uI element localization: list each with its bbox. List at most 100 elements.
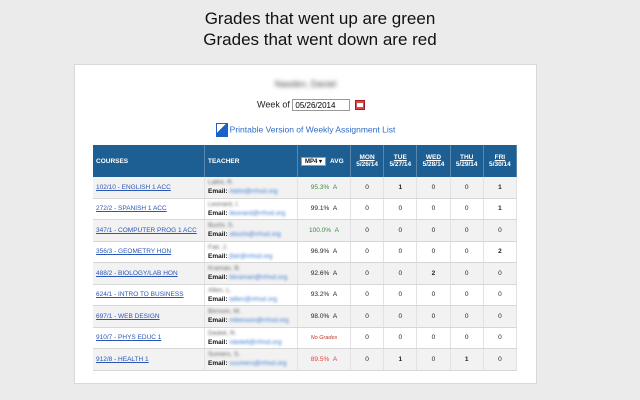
marking-period-select[interactable]: MP4 ▾: [301, 156, 327, 166]
teacher-email: Email: lallen@rrhsd.org: [208, 295, 294, 304]
average-percent[interactable]: 100.0%: [309, 227, 331, 234]
day-count-cell[interactable]: 1: [483, 198, 518, 220]
day-count-cell: 0: [350, 305, 385, 328]
course-link[interactable]: 697/1 - WEB DESIGN: [96, 313, 160, 320]
day-count-cell[interactable]: 1: [383, 348, 418, 371]
caption-line-2: Grades that went down are red: [203, 30, 437, 49]
average-letter: A: [332, 355, 338, 363]
email-link[interactable]: bkraman@rrhsd.org: [229, 274, 287, 281]
col-day-thu[interactable]: THU 5/29/14: [450, 145, 484, 177]
teacher-email: Email: rlatini@rrhsd.org: [208, 187, 294, 196]
day-count-cell: 0: [450, 305, 484, 328]
table-header-row: COURSES TEACHER MP4 ▾ AVG MON 5/26/14 TUE 5…: [93, 145, 518, 177]
grades-table: COURSES TEACHER MP4 ▾ AVG MON 5/26/14 TUE 5…: [93, 145, 518, 371]
day-count-cell: 0: [350, 219, 385, 242]
day-count-cell: 0: [450, 241, 484, 263]
teacher-cell: Dedell, R. Email: rdedell@rrhsd.org: [204, 327, 298, 349]
teacher-name: Dedell, R.: [208, 329, 237, 337]
printable-link[interactable]: Printable Version of Weekly Assignment L…: [75, 123, 536, 137]
course-link[interactable]: 347/1 - COMPUTER PROG 1 ACC: [96, 227, 197, 234]
day-count-cell: 0: [416, 327, 451, 349]
day-count-cell[interactable]: 1: [383, 177, 418, 199]
course-link[interactable]: 910/7 - PHYS EDUC 1: [96, 334, 161, 341]
average-cell: 99.1% A: [297, 198, 351, 220]
day-count-cell: 0: [450, 284, 484, 306]
day-count-cell[interactable]: 1: [483, 177, 518, 199]
email-label: Email:: [208, 274, 228, 282]
col-day-wed[interactable]: WED 5/28/14: [416, 145, 451, 177]
average-percent[interactable]: 99.1%: [311, 205, 329, 212]
day-count-cell: 0: [450, 327, 484, 349]
course-cell: 102/10 - ENGLISH 1 ACC: [93, 177, 205, 199]
email-link[interactable]: sbuchi@rrhsd.org: [229, 231, 280, 238]
average-percent[interactable]: 95.3%: [311, 184, 329, 191]
table-body: 102/10 - ENGLISH 1 ACC Latini, R. Email: r…: [93, 177, 518, 371]
teacher-name: Allen, L.: [208, 286, 232, 294]
average-percent[interactable]: 98.0%: [311, 313, 329, 320]
teacher-cell: Fair, J. Email: jfair@rrhsd.org: [204, 241, 298, 263]
course-cell: 356/3 - GEOMETRY HON: [93, 241, 205, 263]
teacher-name: Fair, J.: [208, 243, 228, 251]
teacher-cell: Allen, L. Email: lallen@rrhsd.org: [204, 284, 298, 306]
course-link[interactable]: 272/2 - SPANISH 1 ACC: [96, 205, 167, 212]
teacher-name: Latini, R.: [208, 179, 234, 187]
email-link[interactable]: mbenson@rrhsd.org: [229, 317, 288, 324]
teacher-cell: Buchi, S. Email: sbuchi@rrhsd.org: [204, 219, 298, 242]
printable-link-text[interactable]: Printable Version of Weekly Assignment L…: [230, 124, 396, 134]
day-count-cell: 0: [483, 262, 518, 285]
teacher-name: Kraman, B.: [208, 265, 241, 273]
email-label: Email:: [208, 209, 228, 217]
email-link[interactable]: ileonard@rrhsd.org: [229, 210, 285, 217]
average-cell: 92.6% A: [297, 262, 351, 285]
email-link[interactable]: lallen@rrhsd.org: [229, 296, 277, 303]
email-label: Email:: [208, 231, 228, 239]
course-link[interactable]: 488/2 - BIOLOGY/LAB HON: [96, 270, 178, 277]
average-cell: 100.0% A: [297, 219, 351, 242]
table-row: 102/10 - ENGLISH 1 ACC Latini, R. Email: r…: [93, 177, 518, 199]
average-cell: 98.0% A: [297, 305, 351, 328]
day-count-cell: 0: [416, 305, 451, 328]
grades-card: Nasden, Daniel Week of Printable Version…: [74, 64, 537, 384]
course-link[interactable]: 356/3 - GEOMETRY HON: [96, 248, 171, 255]
col-day-tue[interactable]: TUE 5/27/14: [383, 145, 418, 177]
course-link[interactable]: 624/1 - INTRO TO BUSINESS: [96, 291, 184, 298]
average-percent[interactable]: 93.2%: [311, 291, 329, 298]
col-courses: COURSES: [93, 145, 205, 177]
day-count-cell: 0: [483, 284, 518, 306]
course-cell: 912/8 - HEALTH 1: [93, 348, 205, 371]
course-link[interactable]: 102/10 - ENGLISH 1 ACC: [96, 184, 171, 191]
average-cell: 95.3% A: [297, 177, 351, 199]
col-day-mon[interactable]: MON 5/26/14: [350, 145, 385, 177]
teacher-name: Buchi, S.: [208, 222, 235, 230]
email-link[interactable]: rdedell@rrhsd.org: [229, 339, 281, 346]
average-percent[interactable]: 89.5%: [311, 356, 329, 363]
day-count-cell[interactable]: 2: [483, 241, 518, 263]
day-count-cell: 0: [416, 284, 451, 306]
table-row: 356/3 - GEOMETRY HON Fair, J. Email: jfair…: [93, 241, 518, 263]
average-percent[interactable]: 96.9%: [311, 248, 329, 255]
email-label: Email:: [208, 295, 228, 303]
course-link[interactable]: 912/8 - HEALTH 1: [96, 356, 149, 363]
col-day-fri[interactable]: FRI 5/30/14: [483, 145, 518, 177]
teacher-name: Leonard, I.: [208, 200, 240, 208]
average-letter: A: [332, 269, 338, 277]
email-label: Email:: [208, 360, 228, 368]
email-link[interactable]: ssumers@rrhsd.org: [229, 360, 286, 367]
no-grades-text: No Grades: [310, 335, 338, 342]
course-cell: 347/1 - COMPUTER PROG 1 ACC: [93, 219, 205, 242]
average-percent[interactable]: 92.6%: [311, 270, 329, 277]
email-link[interactable]: jfair@rrhsd.org: [229, 253, 272, 260]
teacher-cell: Benson, M. Email: mbenson@rrhsd.org: [204, 305, 298, 328]
teacher-email: Email: jfair@rrhsd.org: [208, 252, 294, 261]
average-letter: A: [332, 291, 338, 299]
col-teacher: TEACHER: [204, 145, 298, 177]
day-count-cell[interactable]: 1: [450, 348, 484, 371]
email-link[interactable]: rlatini@rrhsd.org: [229, 188, 277, 195]
teacher-email: Email: rdedell@rrhsd.org: [208, 338, 294, 347]
day-count-cell: 0: [450, 177, 484, 199]
average-letter: A: [332, 205, 338, 213]
day-count-cell[interactable]: 2: [416, 262, 451, 285]
week-date-input[interactable]: [292, 99, 351, 111]
day-count-cell: 0: [350, 284, 385, 306]
calendar-icon[interactable]: [354, 100, 365, 110]
